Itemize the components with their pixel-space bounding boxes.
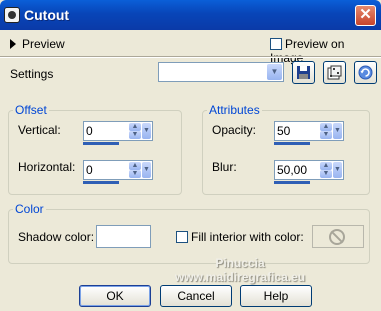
prohibited-icon — [329, 229, 345, 245]
fill-color-swatch — [312, 225, 364, 248]
save-preset-button[interactable] — [292, 61, 315, 84]
chevron-down-icon[interactable]: ▼ — [142, 123, 151, 139]
app-icon — [4, 7, 20, 23]
blur-stepper[interactable]: 50,00 ▲ ▼ ▼ — [274, 160, 344, 184]
offset-legend: Offset — [15, 103, 47, 117]
preview-toggle[interactable]: Preview — [10, 37, 65, 51]
preview-label: Preview — [22, 37, 65, 51]
watermark-line1: Pinuccia — [215, 256, 265, 270]
opacity-stepper[interactable]: 50 ▲ ▼ ▼ — [274, 121, 344, 145]
stepper-up-icon[interactable]: ▲ — [129, 123, 141, 131]
vertical-stepper[interactable]: 0 ▲ ▼ ▼ — [83, 121, 153, 145]
stepper-down-icon[interactable]: ▼ — [320, 131, 332, 139]
blur-value: 50,00 — [277, 163, 308, 177]
shadow-color-label: Shadow color: — [18, 230, 95, 244]
cancel-button[interactable]: Cancel — [160, 285, 232, 307]
stepper-down-icon[interactable]: ▼ — [129, 131, 141, 139]
separator — [0, 56, 381, 58]
help-button[interactable]: Help — [240, 285, 312, 307]
horizontal-label: Horizontal: — [18, 160, 76, 174]
chevron-down-icon[interactable]: ▼ — [333, 162, 342, 178]
opacity-slider[interactable] — [274, 142, 310, 145]
watermark: Pinuccia www.maidiregrafica.eu — [140, 256, 340, 284]
settings-label: Settings — [10, 67, 54, 81]
reset-button[interactable] — [354, 61, 377, 84]
floppy-disk-icon — [297, 66, 310, 79]
checkbox-box[interactable] — [270, 38, 282, 50]
shadow-color-swatch[interactable] — [96, 225, 151, 248]
horizontal-value: 0 — [86, 163, 93, 177]
horizontal-slider[interactable] — [83, 181, 119, 184]
vertical-value: 0 — [86, 124, 93, 138]
settings-dropdown[interactable]: ▼ — [158, 62, 284, 82]
window-title: Cutout — [24, 7, 70, 23]
vertical-slider[interactable] — [83, 142, 119, 145]
randomize-button[interactable] — [323, 61, 346, 84]
horizontal-stepper[interactable]: 0 ▲ ▼ ▼ — [83, 160, 153, 184]
chevron-down-icon[interactable]: ▼ — [333, 123, 342, 139]
title-bar[interactable]: Cutout ✕ — [0, 0, 381, 30]
ok-button[interactable]: OK — [79, 285, 151, 307]
color-legend: Color — [15, 202, 44, 216]
expand-triangle-icon — [10, 39, 16, 49]
opacity-label: Opacity: — [212, 123, 257, 137]
stepper-down-icon[interactable]: ▼ — [320, 170, 332, 178]
stepper-up-icon[interactable]: ▲ — [320, 123, 332, 131]
close-button[interactable]: ✕ — [355, 5, 376, 26]
fill-interior-label: Fill interior with color: — [191, 230, 304, 244]
vertical-label: Vertical: — [18, 123, 61, 137]
blur-label: Blur: — [212, 160, 237, 174]
dice-icon — [327, 65, 342, 80]
chevron-down-icon[interactable]: ▼ — [267, 64, 282, 80]
stepper-down-icon[interactable]: ▼ — [129, 170, 141, 178]
reset-icon — [358, 65, 373, 80]
chevron-down-icon[interactable]: ▼ — [142, 162, 151, 178]
stepper-up-icon[interactable]: ▲ — [320, 162, 332, 170]
watermark-line2: www.maidiregrafica.eu — [174, 270, 306, 284]
checkbox-box[interactable] — [176, 231, 188, 243]
opacity-value: 50 — [277, 124, 291, 138]
attributes-legend: Attributes — [209, 103, 260, 117]
stepper-up-icon[interactable]: ▲ — [129, 162, 141, 170]
blur-slider[interactable] — [274, 181, 310, 184]
fill-interior-checkbox[interactable]: Fill interior with color: — [176, 230, 304, 244]
